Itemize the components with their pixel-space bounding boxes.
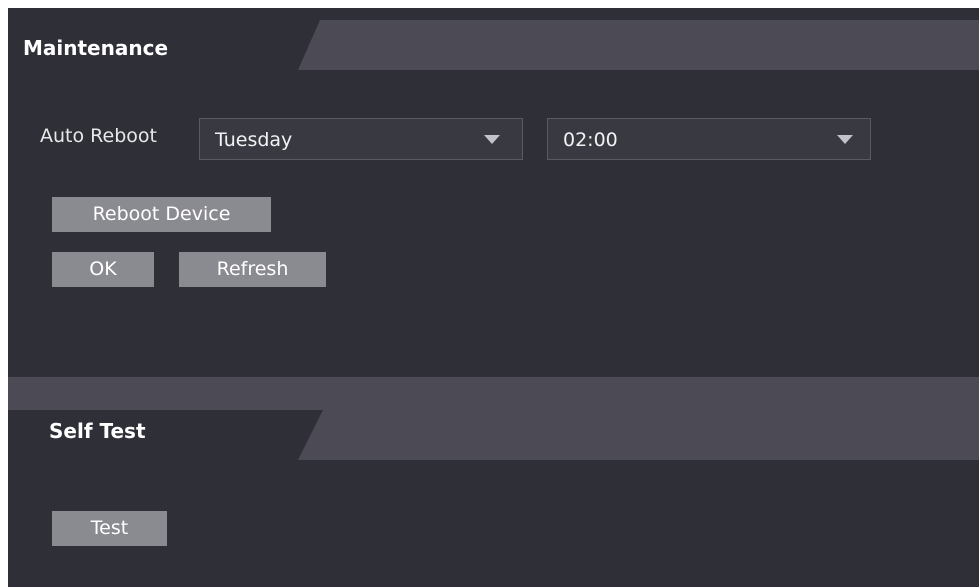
- settings-panel: Maintenance Auto Reboot Tuesday 02:00 Re…: [8, 8, 979, 587]
- maintenance-title: Maintenance: [23, 36, 169, 60]
- auto-reboot-time-value: 02:00: [563, 129, 618, 151]
- chevron-down-icon: [484, 135, 500, 144]
- maintenance-header: Maintenance: [8, 20, 979, 70]
- self-test-header: Self Test: [8, 377, 979, 460]
- ok-button[interactable]: OK: [52, 252, 154, 287]
- auto-reboot-label: Auto Reboot: [40, 125, 157, 147]
- chevron-down-icon: [837, 135, 853, 144]
- auto-reboot-time-select[interactable]: 02:00: [547, 118, 871, 160]
- test-button[interactable]: Test: [52, 511, 167, 546]
- auto-reboot-day-value: Tuesday: [215, 129, 293, 151]
- auto-reboot-day-select[interactable]: Tuesday: [199, 118, 523, 160]
- refresh-button[interactable]: Refresh: [179, 252, 326, 287]
- reboot-device-button[interactable]: Reboot Device: [52, 197, 271, 232]
- self-test-title: Self Test: [49, 419, 146, 443]
